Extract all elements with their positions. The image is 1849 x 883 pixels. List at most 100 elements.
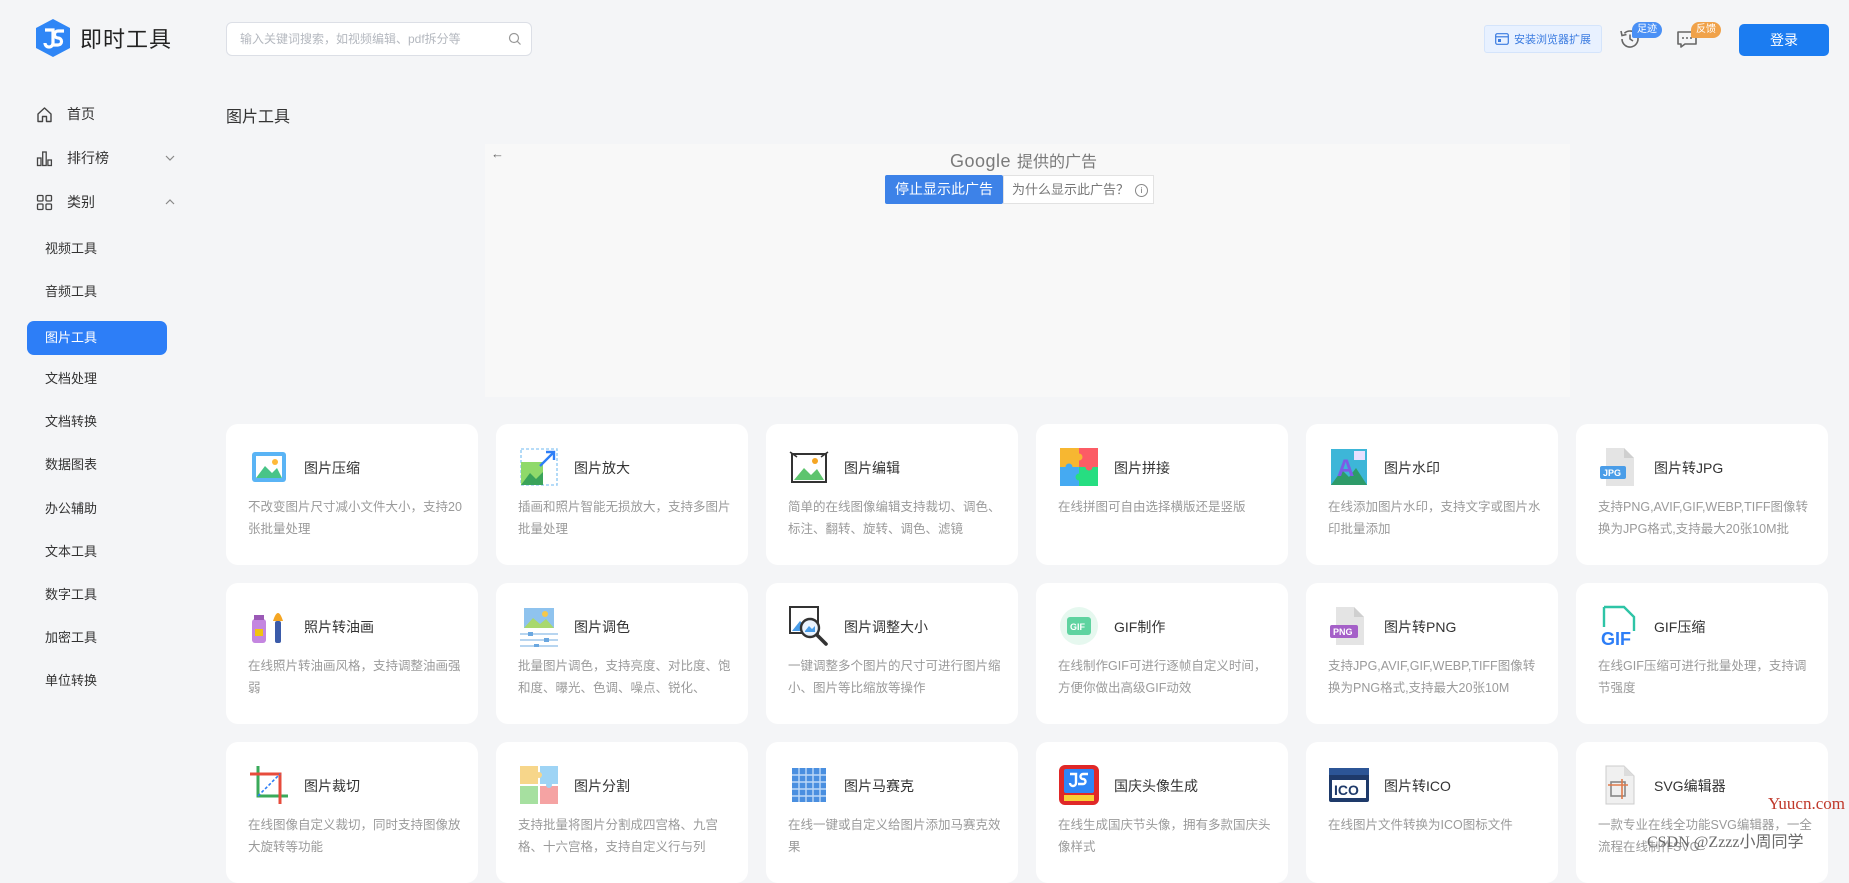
crop-icon bbox=[250, 766, 288, 804]
tool-description: 支持PNG,AVIF,GIF,WEBP,TIFF图像转换为JPG格式,支持最大2… bbox=[1598, 500, 1808, 536]
chart-icon bbox=[36, 150, 53, 166]
tool-title: 图片转PNG bbox=[1384, 619, 1457, 635]
login-button[interactable]: 登录 bbox=[1739, 24, 1829, 56]
ad-provider-label: Google 提供的广告 bbox=[950, 148, 1097, 172]
browser-window-icon bbox=[1495, 33, 1509, 45]
nav-category[interactable]: 类别 bbox=[36, 190, 190, 214]
nav-home[interactable]: 首页 bbox=[36, 102, 190, 126]
tool-card[interactable]: ICO 图片转ICO 在线图片文件转换为ICO图标文件 bbox=[1306, 742, 1558, 883]
tool-card[interactable]: 图片马赛克 在线一键或自定义给图片添加马赛克效果 bbox=[766, 742, 1018, 883]
tool-card[interactable]: 图片放大 插画和照片智能无损放大，支持多图片批量处理 bbox=[496, 424, 748, 565]
nav-ranking-label: 排行榜 bbox=[67, 150, 109, 166]
chevron-down-icon bbox=[165, 155, 175, 161]
svg-editor-icon bbox=[1605, 765, 1635, 805]
tool-title: 图片调色 bbox=[574, 619, 630, 635]
tool-title: 图片转ICO bbox=[1384, 778, 1451, 794]
category-video[interactable]: 视频工具 bbox=[27, 232, 167, 266]
search-input[interactable] bbox=[227, 23, 510, 55]
tool-card[interactable]: A 图片水印 在线添加图片水印，支持文字或图片水印批量添加 bbox=[1306, 424, 1558, 565]
tool-card[interactable]: 图片调整大小 一键调整多个图片的尺寸可进行图片缩小、图片等比缩放等操作 bbox=[766, 583, 1018, 724]
svg-text:A: A bbox=[1337, 455, 1354, 482]
tool-title: 图片编辑 bbox=[844, 460, 900, 476]
mosaic-icon bbox=[792, 768, 826, 802]
csdn-watermark: CSDN @Zzzz小周同学 bbox=[1647, 834, 1804, 851]
category-document-conversion[interactable]: 文档转换 bbox=[27, 405, 167, 439]
logo-mark-icon bbox=[36, 19, 70, 57]
image-compress-icon bbox=[252, 452, 286, 482]
svg-text:GIF: GIF bbox=[1070, 622, 1086, 632]
stop-ad-button[interactable]: 停止显示此广告 bbox=[885, 175, 1003, 204]
puzzle-icon bbox=[1060, 448, 1098, 486]
tool-card[interactable]: 图片拼接 在线拼图可自由选择横版还是竖版 bbox=[1036, 424, 1288, 565]
tool-description: 在线拼图可自由选择横版还是竖版 bbox=[1058, 500, 1246, 514]
search-icon[interactable] bbox=[508, 32, 522, 46]
jpg-file-icon: JPG bbox=[1600, 448, 1634, 486]
tool-card[interactable]: 图片编辑 简单的在线图像编辑支持裁切、调色、标注、翻转、旋转、调色、滤镜 bbox=[766, 424, 1018, 565]
tool-card[interactable]: 照片转油画 在线照片转油画风格，支持调整油画强弱 bbox=[226, 583, 478, 724]
ad-banner: ← Google 提供的广告 停止显示此广告 为什么显示此广告？ i bbox=[485, 144, 1570, 397]
tool-card[interactable]: 图片压缩 不改变图片尺寸减小文件大小，支持20张批量处理 bbox=[226, 424, 478, 565]
tool-title: 图片分割 bbox=[574, 778, 630, 794]
tool-description: 在线一键或自定义给图片添加马赛克效果 bbox=[788, 818, 1001, 854]
tool-description: 在线添加图片水印，支持文字或图片水印批量添加 bbox=[1328, 500, 1541, 536]
tool-title: 图片压缩 bbox=[304, 460, 360, 476]
home-icon bbox=[37, 106, 52, 122]
category-office[interactable]: 办公辅助 bbox=[27, 492, 167, 526]
category-data-charts[interactable]: 数据图表 bbox=[27, 448, 167, 482]
tool-card[interactable]: 图片裁切 在线图像自定义裁切，同时支持图像放大旋转等功能 bbox=[226, 742, 478, 883]
split-icon bbox=[520, 766, 558, 804]
tool-card[interactable]: GIF GIF制作 在线制作GIF可进行逐帧自定义时间，方便你做出高级GIF动效 bbox=[1036, 583, 1288, 724]
tool-card[interactable]: 国庆头像生成 在线生成国庆节头像，拥有多款国庆头像样式 bbox=[1036, 742, 1288, 883]
tool-title: 图片调整大小 bbox=[844, 619, 928, 635]
install-extension-button[interactable]: 安装浏览器扩展 bbox=[1484, 25, 1602, 53]
info-icon: i bbox=[1135, 184, 1149, 198]
watermark-icon: A bbox=[1331, 449, 1367, 485]
google-wordmark: Google bbox=[950, 151, 1012, 171]
chevron-up-icon bbox=[165, 199, 175, 205]
tool-description: 在线图像自定义裁切，同时支持图像放大旋转等功能 bbox=[248, 818, 461, 854]
tool-title: GIF制作 bbox=[1114, 619, 1166, 635]
national-day-avatar-icon bbox=[1059, 765, 1099, 805]
why-ad-label: 为什么显示此广告？ bbox=[1012, 182, 1130, 197]
nav-category-label: 类别 bbox=[67, 194, 95, 210]
svg-text:ICO: ICO bbox=[1334, 782, 1359, 798]
png-file-icon: PNG bbox=[1330, 607, 1364, 645]
tool-title: 图片水印 bbox=[1384, 460, 1440, 476]
tool-title: 国庆头像生成 bbox=[1114, 778, 1198, 794]
color-adjust-icon bbox=[520, 608, 558, 647]
tool-card[interactable]: JPG 图片转JPG 支持PNG,AVIF,GIF,WEBP,TIFF图像转换为… bbox=[1576, 424, 1828, 565]
tool-card[interactable]: 图片分割 支持批量将图片分割成四宫格、九宫格、十六宫格，支持自定义行与列 bbox=[496, 742, 748, 883]
category-encryption[interactable]: 加密工具 bbox=[27, 621, 167, 655]
gif-make-icon: GIF bbox=[1060, 607, 1098, 645]
why-ad-button[interactable]: 为什么显示此广告？ i bbox=[1003, 175, 1154, 204]
tool-card[interactable]: 图片调色 批量图片调色，支持亮度、对比度、饱和度、曝光、色调、噪点、锐化、 bbox=[496, 583, 748, 724]
nav-ranking[interactable]: 排行榜 bbox=[36, 146, 190, 170]
paint-brush-icon bbox=[252, 613, 283, 643]
tool-description: 简单的在线图像编辑支持裁切、调色、标注、翻转、旋转、调色、滤镜 bbox=[788, 500, 1001, 536]
install-extension-label: 安装浏览器扩展 bbox=[1514, 34, 1591, 46]
search-box[interactable] bbox=[226, 22, 532, 56]
tool-title: 图片裁切 bbox=[304, 778, 360, 794]
tool-card[interactable]: PNG 图片转PNG 支持JPG,AVIF,GIF,WEBP,TIFF图像转换为… bbox=[1306, 583, 1558, 724]
back-arrow-icon[interactable]: ← bbox=[491, 146, 504, 161]
logo[interactable]: 即时工具 bbox=[34, 18, 172, 58]
category-text[interactable]: 文本工具 bbox=[27, 535, 167, 569]
tool-description: 不改变图片尺寸减小文件大小，支持20张批量处理 bbox=[248, 500, 462, 536]
tool-title: 照片转油画 bbox=[304, 619, 374, 635]
ico-file-icon: ICO bbox=[1329, 768, 1369, 802]
feedback-badge: 反馈 bbox=[1691, 22, 1721, 38]
tool-title: 图片拼接 bbox=[1114, 460, 1170, 476]
tool-card[interactable]: GIF GIF压缩 在线GIF压缩可进行批量处理，支持调节强度 bbox=[1576, 583, 1828, 724]
tool-description: 支持批量将图片分割成四宫格、九宫格、十六宫格，支持自定义行与列 bbox=[518, 818, 719, 854]
category-number[interactable]: 数字工具 bbox=[27, 578, 167, 612]
site-watermark: Yuucn.com bbox=[1768, 794, 1845, 813]
category-unit-conversion[interactable]: 单位转换 bbox=[27, 664, 167, 698]
svg-text:PNG: PNG bbox=[1333, 627, 1353, 637]
category-audio[interactable]: 音频工具 bbox=[27, 275, 167, 309]
svg-text:GIF: GIF bbox=[1601, 629, 1631, 647]
tool-description: 在线生成国庆节头像，拥有多款国庆头像样式 bbox=[1058, 818, 1271, 854]
tool-description: 支持JPG,AVIF,GIF,WEBP,TIFF图像转换为PNG格式,支持最大2… bbox=[1328, 659, 1536, 695]
category-document-processing[interactable]: 文档处理 bbox=[27, 362, 167, 396]
tool-description: 一键调整多个图片的尺寸可进行图片缩小、图片等比缩放等操作 bbox=[788, 659, 1001, 695]
category-image[interactable]: 图片工具 bbox=[27, 321, 167, 355]
